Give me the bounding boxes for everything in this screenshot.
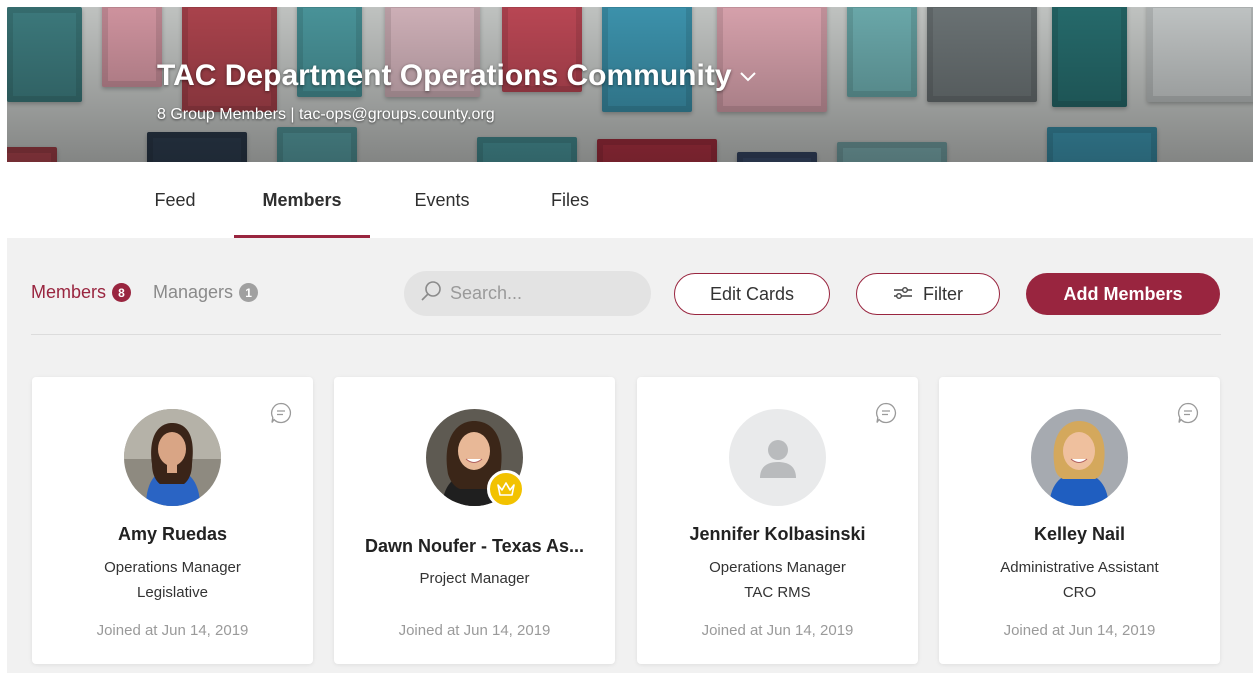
- user-placeholder-icon: [729, 409, 826, 506]
- member-search[interactable]: [404, 271, 651, 316]
- sliders-icon: [893, 284, 913, 305]
- managers-count-badge: 1: [239, 283, 259, 302]
- tab-members[interactable]: Members: [234, 162, 370, 238]
- edit-cards-button[interactable]: Edit Cards: [674, 273, 830, 315]
- avatar[interactable]: [426, 409, 525, 508]
- message-icon[interactable]: [874, 401, 898, 430]
- avatar-photo: [124, 409, 221, 506]
- group-title-text: TAC Department Operations Community: [157, 59, 732, 92]
- member-card[interactable]: Amy Ruedas Operations Manager Legislativ…: [32, 377, 313, 664]
- member-department: TAC RMS: [744, 584, 811, 601]
- managers-filter-tab[interactable]: Managers 1: [153, 282, 259, 303]
- member-joined-date: Joined at Jun 14, 2019: [398, 622, 551, 639]
- member-joined-date: Joined at Jun 14, 2019: [1003, 622, 1156, 639]
- avatar[interactable]: [729, 409, 826, 506]
- filter-button[interactable]: Filter: [856, 273, 1000, 315]
- members-toolbar: Members 8 Managers 1 Edit Cards Filter A…: [31, 268, 1221, 318]
- member-role: Operations Manager: [104, 559, 241, 576]
- member-joined-date: Joined at Jun 14, 2019: [96, 622, 249, 639]
- search-icon: [420, 280, 442, 307]
- member-name[interactable]: Jennifer Kolbasinski: [645, 524, 910, 545]
- member-joined-date: Joined at Jun 14, 2019: [701, 622, 854, 639]
- managers-filter-label: Managers: [153, 282, 234, 302]
- toolbar-divider: [31, 334, 1221, 335]
- member-role: Administrative Assistant: [1000, 559, 1159, 576]
- tab-feed[interactable]: Feed: [145, 162, 205, 238]
- avatar[interactable]: [124, 409, 221, 506]
- members-filter-label: Members: [31, 282, 107, 302]
- member-card[interactable]: Jennifer Kolbasinski Operations Manager …: [637, 377, 918, 664]
- search-input[interactable]: [450, 283, 640, 304]
- members-count-badge: 8: [112, 283, 132, 302]
- group-title[interactable]: TAC Department Operations Community: [157, 59, 756, 93]
- member-card[interactable]: Kelley Nail Administrative Assistant CRO…: [939, 377, 1220, 664]
- message-icon[interactable]: [269, 401, 293, 430]
- member-name[interactable]: Amy Ruedas: [40, 524, 305, 545]
- message-icon[interactable]: [1176, 401, 1200, 430]
- members-panel: Members 8 Managers 1 Edit Cards Filter A…: [7, 238, 1253, 673]
- member-card[interactable]: Dawn Noufer - Texas As... Project Manage…: [334, 377, 615, 664]
- filter-button-label: Filter: [923, 283, 963, 304]
- tab-events[interactable]: Events: [404, 162, 480, 238]
- members-filter-tab[interactable]: Members 8: [31, 282, 132, 303]
- member-role: Project Manager: [419, 570, 530, 587]
- member-department: CRO: [1062, 584, 1097, 601]
- tab-files[interactable]: Files: [540, 162, 600, 238]
- member-department: Legislative: [137, 584, 208, 601]
- group-tabs: Feed Members Events Files: [0, 162, 1253, 238]
- chevron-down-icon[interactable]: [739, 66, 756, 87]
- member-name[interactable]: Kelley Nail: [947, 524, 1212, 545]
- member-role: Operations Manager: [709, 559, 846, 576]
- crown-icon: [487, 470, 525, 508]
- group-subtitle: 8 Group Members | tac-ops@groups.county.…: [157, 106, 495, 123]
- member-name[interactable]: Dawn Noufer - Texas As...: [342, 536, 607, 557]
- avatar[interactable]: [1031, 409, 1128, 506]
- group-banner: TAC Department Operations Community 8 Gr…: [7, 7, 1253, 162]
- avatar-photo: [1031, 409, 1128, 506]
- add-members-button[interactable]: Add Members: [1026, 273, 1220, 315]
